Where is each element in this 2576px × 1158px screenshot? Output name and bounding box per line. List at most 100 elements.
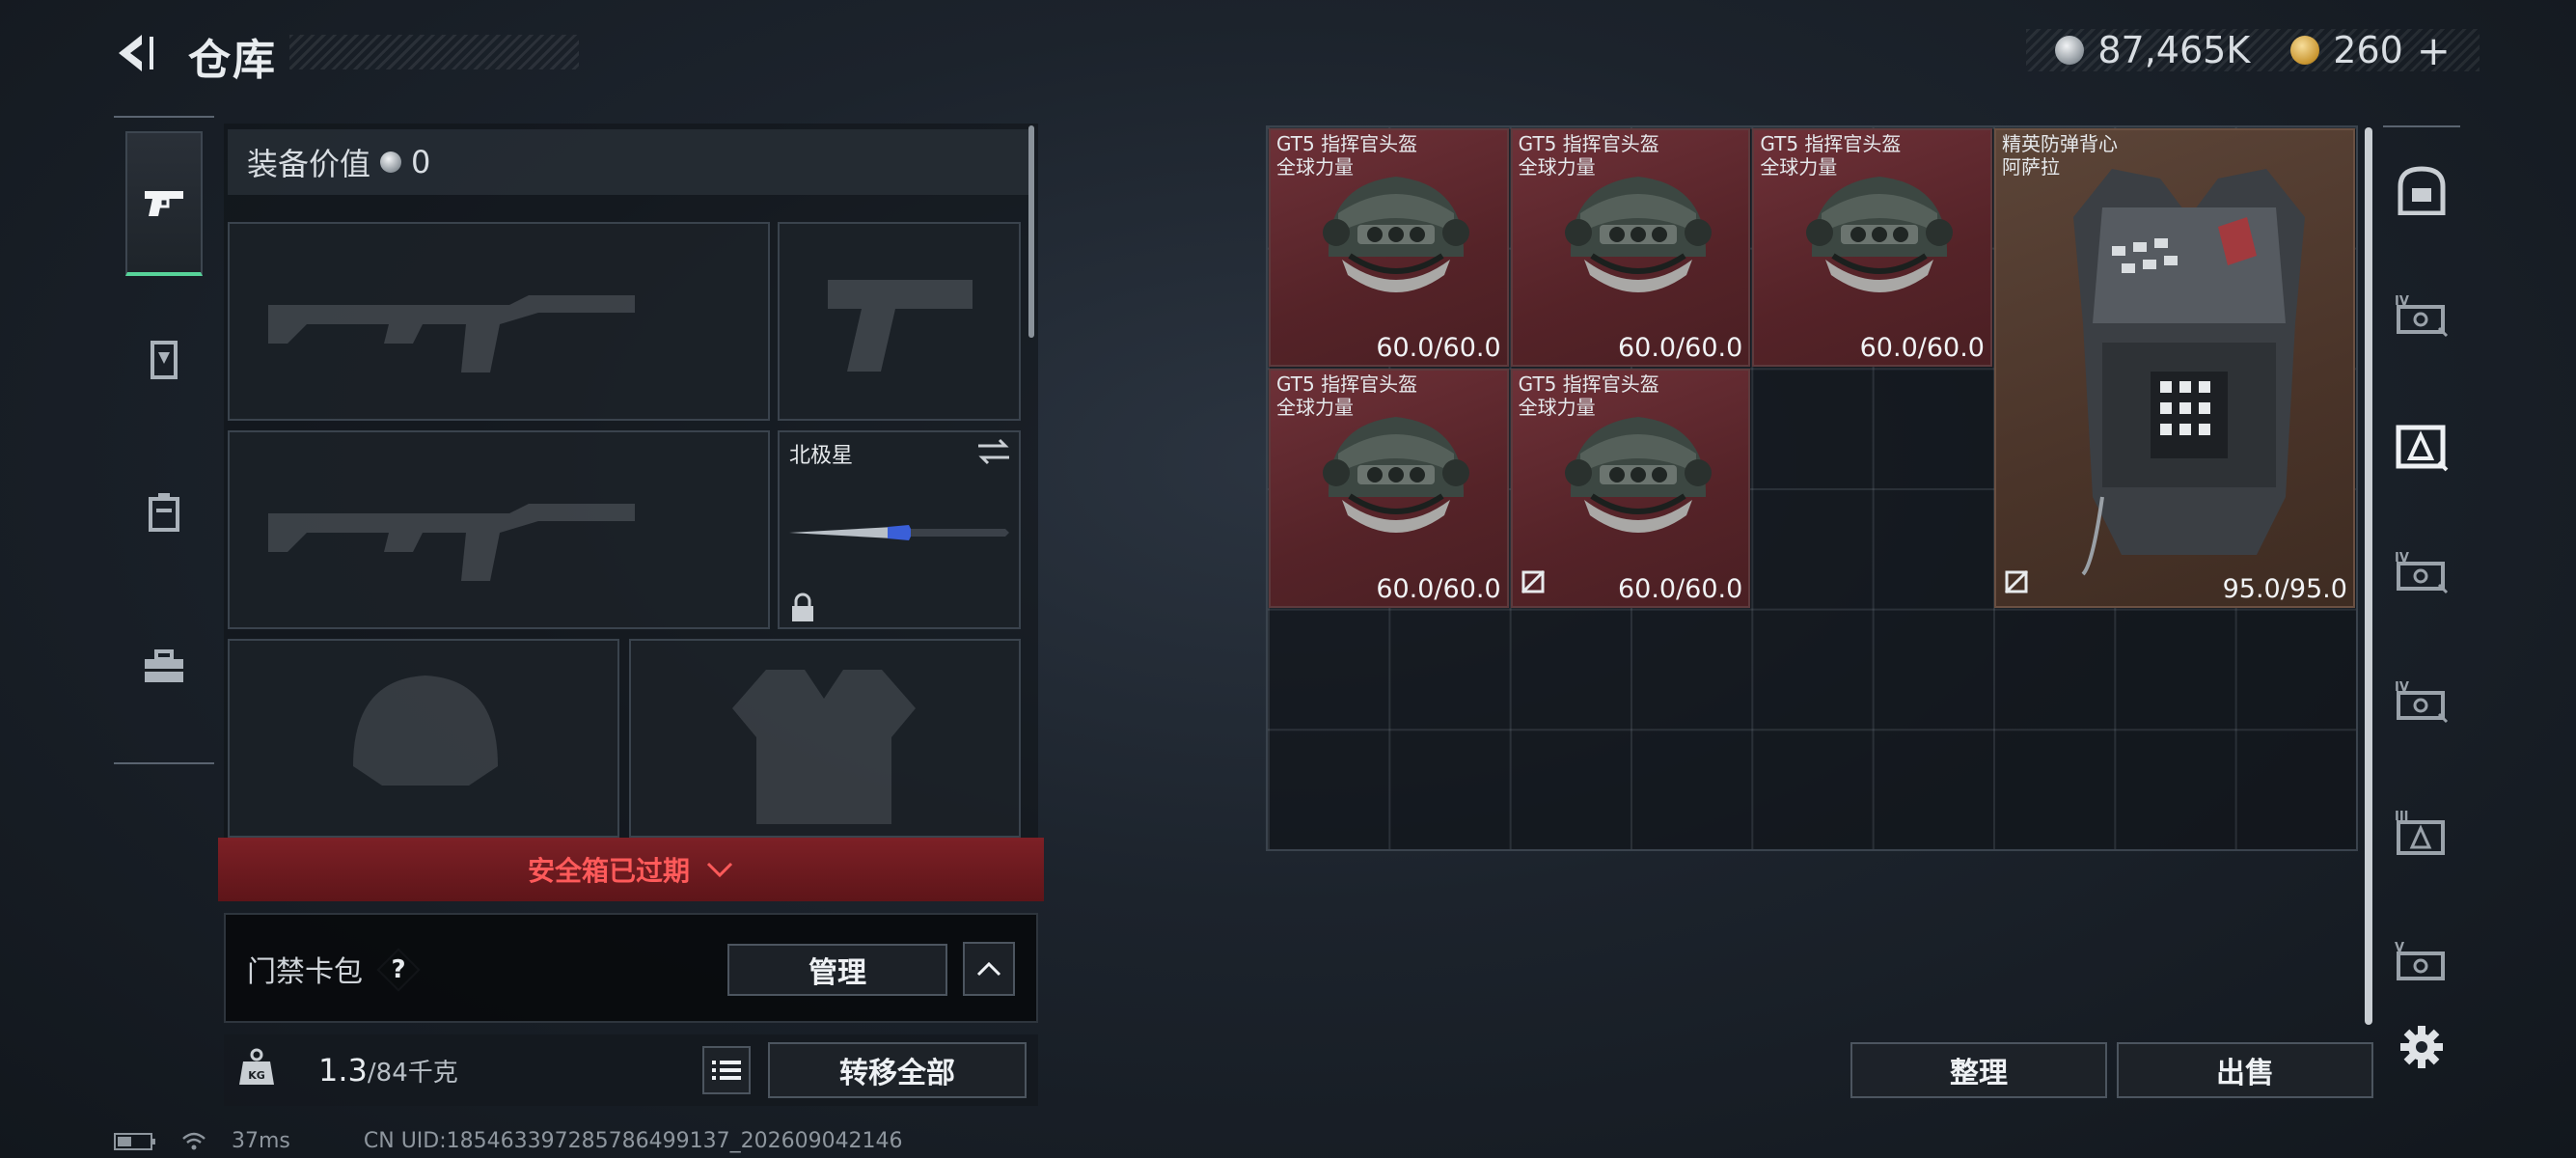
secondary-weapon-slot[interactable] <box>228 430 770 629</box>
silver-coin-icon <box>2055 36 2085 65</box>
armor-slot[interactable] <box>629 639 1021 838</box>
weight-current: 1.3 <box>318 1052 368 1089</box>
helmet-icon <box>1783 155 1976 323</box>
storage-item-helmet[interactable]: GT5 指挥官头盔 全球力量 60.0/60.0 <box>1269 369 1509 608</box>
item-durability: 60.0/60.0 <box>1617 333 1743 364</box>
gold-amount: 260 <box>2333 29 2403 71</box>
melee-slot[interactable]: 北极星 <box>778 430 1021 629</box>
storage-item-helmet[interactable]: GT5 指挥官头盔 全球力量 60.0/60.0 <box>1510 369 1751 608</box>
weight-readout: 1.3/84千克 <box>318 1052 458 1089</box>
container-A-icon <box>2396 425 2449 472</box>
tab-backpack-storage[interactable] <box>2387 147 2456 234</box>
sell-button[interactable]: 出售 <box>2117 1042 2373 1098</box>
no-discard-icon <box>2004 569 2029 598</box>
pistol-icon <box>145 191 183 216</box>
tab-container-5[interactable]: III <box>2387 789 2456 876</box>
briefcase-icon <box>145 649 183 682</box>
weight-max: /84千克 <box>367 1059 458 1088</box>
item-durability: 60.0/60.0 <box>1617 573 1743 604</box>
item-durability: 95.0/95.0 <box>2222 573 2347 604</box>
backpack-icon <box>2398 166 2446 215</box>
safebox-status: 安全箱已过期 <box>527 855 690 887</box>
keycard-help-button[interactable]: ? <box>378 950 419 990</box>
manage-button[interactable]: 管理 <box>727 944 947 996</box>
lock-icon <box>792 593 813 621</box>
tab-toolbox[interactable] <box>125 594 203 739</box>
tab-container-3[interactable]: IV <box>2387 529 2456 616</box>
storage-scrollbar[interactable] <box>2365 127 2372 1025</box>
safebox-expired-bar[interactable]: 安全箱已过期 <box>218 838 1044 901</box>
back-arrow-icon <box>119 35 153 71</box>
keycard-label: 门禁卡包 <box>247 955 363 989</box>
helmet-silhouette-icon <box>353 676 498 786</box>
container-V-icon: V <box>2395 941 2445 980</box>
tab-backpack[interactable] <box>125 440 203 585</box>
swap-icon[interactable] <box>976 438 1011 465</box>
item-durability: 60.0/60.0 <box>1376 333 1501 364</box>
loadout-scrollbar[interactable] <box>1028 125 1034 338</box>
container-IV-icon: IV <box>2395 551 2449 594</box>
item-name: GT5 指挥官头盔 全球力量 <box>1276 372 1418 420</box>
page-title: 仓库 <box>188 36 277 85</box>
chevron-down-icon <box>706 862 733 878</box>
tab-container-1[interactable]: IV <box>2387 272 2456 359</box>
container-IV-icon: IV <box>2395 294 2449 338</box>
vest-silhouette-icon <box>732 670 916 824</box>
armor-icon <box>151 341 178 379</box>
status-bar: 37ms CN UID:185463397285786499137_202609… <box>114 1129 903 1153</box>
back-button[interactable] <box>108 27 162 79</box>
sidearm-slot[interactable] <box>778 222 1021 421</box>
storage-item-helmet[interactable]: GT5 指挥官头盔 全球力量 60.0/60.0 <box>1269 128 1509 368</box>
sort-button[interactable]: 整理 <box>1850 1042 2107 1098</box>
item-name: GT5 指挥官头盔 全球力量 <box>1518 132 1659 179</box>
helmet-icon <box>1542 155 1735 323</box>
settings-button[interactable] <box>2387 1004 2456 1090</box>
backpack-icon <box>149 493 179 532</box>
ping-readout: 37ms <box>232 1129 290 1153</box>
uid-readout: CN UID:185463397285786499137_20260904214… <box>363 1129 903 1153</box>
item-durability: 60.0/60.0 <box>1859 333 1985 364</box>
gear-icon <box>2400 1026 2443 1068</box>
item-name: GT5 指挥官头盔 全球力量 <box>1760 132 1902 179</box>
helmet-slot[interactable] <box>228 639 619 838</box>
tab-container-4[interactable]: IV <box>2387 658 2456 745</box>
svg-text:KG: KG <box>248 1069 265 1082</box>
melee-name: 北极星 <box>789 444 854 468</box>
loadout-tab-column <box>114 116 214 764</box>
item-name: GT5 指挥官头盔 全球力量 <box>1276 132 1418 179</box>
primary-weapon-slot[interactable] <box>228 222 770 421</box>
collapse-button[interactable] <box>963 942 1015 996</box>
gold-coin-icon <box>2290 36 2320 65</box>
item-name: 精英防弹背心 阿萨拉 <box>2001 132 2118 179</box>
no-discard-icon <box>1521 569 1546 598</box>
helmet-icon <box>1300 155 1493 323</box>
list-view-button[interactable] <box>702 1046 751 1094</box>
storage-item-vest[interactable]: 精英防弹背心 阿萨拉 95.0/95.0 <box>1993 128 2355 608</box>
tab-container-6[interactable]: V <box>2387 919 2456 1006</box>
tab-container-2[interactable] <box>2387 403 2456 490</box>
container-III-icon: III <box>2395 810 2445 855</box>
storage-item-helmet[interactable]: GT5 指挥官头盔 全球力量 60.0/60.0 <box>1752 128 1992 368</box>
helmet-icon <box>1300 396 1493 564</box>
weight-icon: KG <box>239 1048 274 1090</box>
vest-icon <box>2044 150 2334 606</box>
item-name: GT5 指挥官头盔 全球力量 <box>1518 372 1659 420</box>
knife-icon <box>789 525 1009 540</box>
battery-icon <box>114 1132 155 1150</box>
transfer-all-button[interactable]: 转移全部 <box>768 1042 1027 1098</box>
add-gold-button[interactable]: + <box>2417 27 2451 74</box>
helmet-icon <box>1542 396 1735 564</box>
pistol-silhouette-icon <box>828 280 973 372</box>
tab-weapons[interactable] <box>125 131 203 276</box>
equip-value-label: 装备价值 <box>247 146 371 182</box>
equip-value-amount: 0 <box>411 144 431 180</box>
wifi-icon <box>182 1132 206 1149</box>
tab-armor[interactable] <box>125 288 203 432</box>
container-IV-icon: IV <box>2395 680 2449 724</box>
list-icon <box>712 1061 741 1080</box>
storage-item-helmet[interactable]: GT5 指挥官头盔 全球力量 60.0/60.0 <box>1510 128 1751 368</box>
silver-amount: 87,465K <box>2097 29 2251 71</box>
rifle-silhouette-icon <box>268 504 635 581</box>
silver-coin-icon <box>380 152 402 173</box>
currency-bar: 87,465K 260 + <box>2026 27 2480 74</box>
